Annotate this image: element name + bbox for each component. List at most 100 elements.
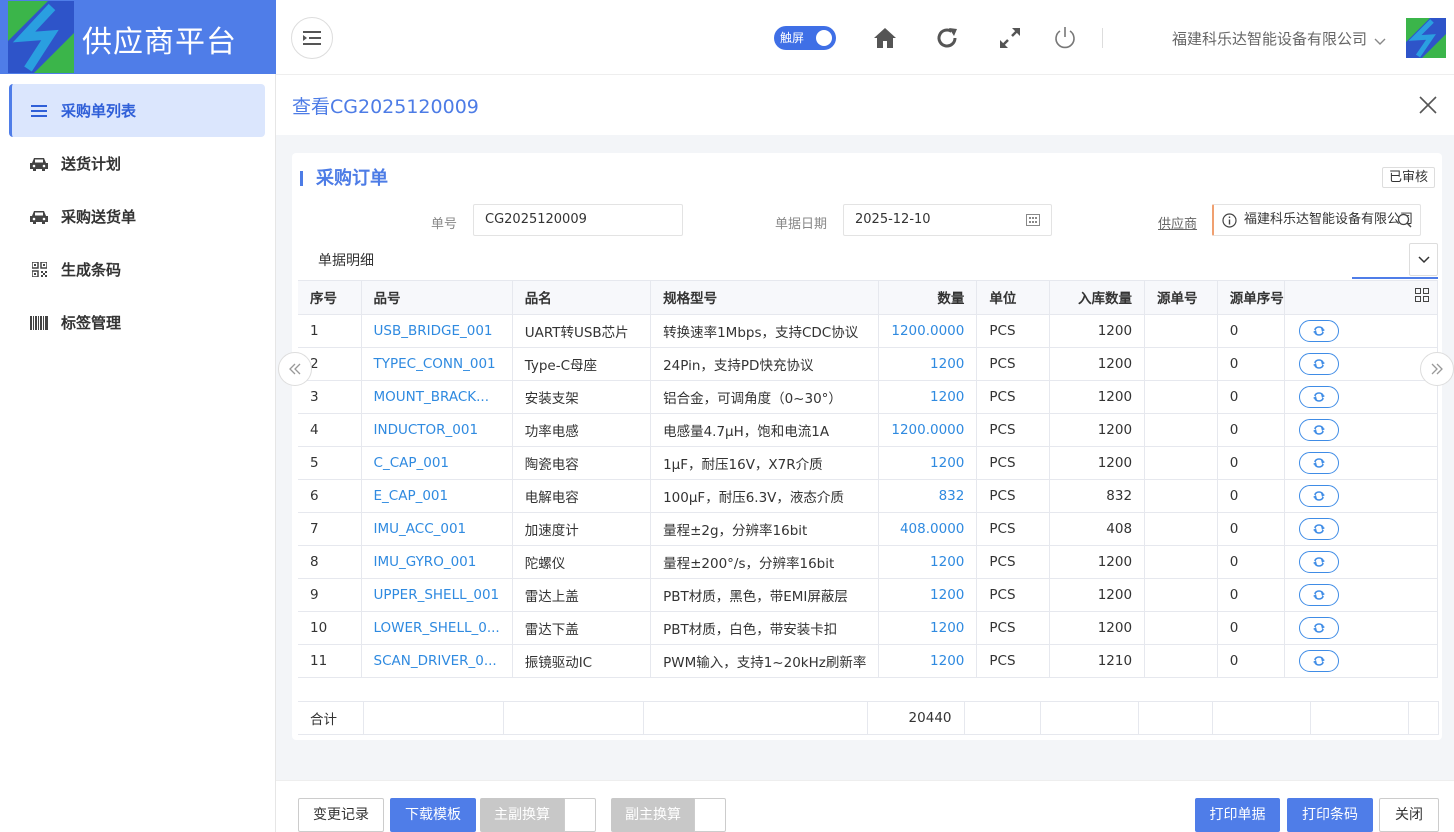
table-cell: PWM输入，支持1~20kHz刷新率 bbox=[650, 644, 880, 678]
column-header[interactable]: 规格型号 bbox=[650, 281, 880, 315]
table-cell: PCS bbox=[976, 314, 1050, 348]
table-cell[interactable]: UPPER_SHELL_001 bbox=[361, 578, 513, 612]
column-header[interactable]: 品名 bbox=[512, 281, 652, 315]
table-row[interactable]: 9 UPPER_SHELL_001 雷达上盖 PBT材质，黑色，带EMI屏蔽层 1200… bbox=[298, 578, 1439, 612]
table-cell[interactable]: LOWER_SHELL_0... bbox=[361, 611, 513, 645]
table-cell[interactable]: IMU_GYRO_001 bbox=[361, 545, 513, 579]
total-row: 合计 20440 bbox=[298, 701, 1439, 735]
row-convert-button[interactable] bbox=[1298, 352, 1339, 375]
table-row[interactable]: 8 IMU_GYRO_001 陀螺仪 量程±200°/s，分辨率16bit 1200 PC… bbox=[298, 545, 1439, 579]
table-cell[interactable]: IMU_ACC_001 bbox=[361, 512, 513, 546]
touch-mode-toggle[interactable]: 触屏 bbox=[774, 26, 836, 50]
table-cell: 转换速率1Mbps，支持CDC协议 bbox=[650, 314, 880, 348]
table-cell: 1200 bbox=[1049, 578, 1146, 612]
column-header[interactable]: 源单序号 bbox=[1217, 281, 1285, 315]
table-row[interactable]: 10 LOWER_SHELL_0... 雷达下盖 PBT材质，白色，带安装卡扣 1200… bbox=[298, 611, 1439, 645]
expand-section-button[interactable] bbox=[1409, 243, 1438, 276]
table-row[interactable]: 5 C_CAP_001 陶瓷电容 1μF，耐压16V，X7R介质 1200 PCS 1200… bbox=[298, 446, 1439, 480]
main-sub-convert-toggle[interactable] bbox=[564, 798, 596, 832]
table-cell bbox=[1144, 611, 1218, 645]
table-row[interactable]: 6 E_CAP_001 电解电容 100μF，耐压6.3V，液态介质 832 PCS 832… bbox=[298, 479, 1439, 513]
table-cell[interactable]: INDUCTOR_001 bbox=[361, 413, 513, 447]
table-cell: PCS bbox=[976, 380, 1050, 414]
row-convert-button[interactable] bbox=[1298, 385, 1339, 408]
table-row[interactable]: 1 USB_BRIDGE_001 UART转USB芯片 转换速率1Mbps，支持CDC… bbox=[298, 314, 1439, 348]
table-cell: 832 bbox=[878, 479, 978, 513]
download-template-button[interactable]: 下载模板 bbox=[390, 798, 476, 832]
touch-mode-label: 触屏 bbox=[780, 31, 805, 45]
row-convert-button[interactable] bbox=[1298, 583, 1339, 606]
sidebar-item-purchase-list[interactable]: 采购单列表 bbox=[9, 84, 265, 137]
row-convert-button[interactable] bbox=[1298, 451, 1339, 474]
table-cell: 0 bbox=[1217, 479, 1285, 513]
total-empty bbox=[964, 701, 1041, 735]
table-cell[interactable]: USB_BRIDGE_001 bbox=[361, 314, 513, 348]
table-cell[interactable]: TYPEC_CONN_001 bbox=[361, 347, 513, 381]
scroll-left-button[interactable] bbox=[278, 352, 312, 386]
column-header[interactable]: 数量 bbox=[878, 281, 978, 315]
doc-date-field[interactable]: 2025-12-10 bbox=[843, 204, 1052, 236]
brand-bar: 供应商平台 bbox=[0, 0, 276, 74]
sidebar-item-delivery-order[interactable]: 采购送货单 bbox=[9, 190, 265, 243]
table-row[interactable]: 7 IMU_ACC_001 加速度计 量程±2g，分辨率16bit 408.0000 PC… bbox=[298, 512, 1439, 546]
table-cell: PBT材质，白色，带安装卡扣 bbox=[650, 611, 880, 645]
order-no-field[interactable]: CG2025120009 bbox=[473, 204, 683, 236]
supplier-field[interactable]: 福建科乐达智能设备有限公司 bbox=[1212, 204, 1421, 236]
sub-main-convert-button[interactable]: 副主换算 bbox=[611, 798, 695, 832]
power-icon[interactable] bbox=[1052, 25, 1078, 51]
column-settings-icon[interactable] bbox=[1415, 288, 1429, 303]
scroll-right-button[interactable] bbox=[1420, 352, 1454, 386]
table-cell: 1200 bbox=[878, 611, 978, 645]
table-cell: 1200.0000 bbox=[878, 314, 978, 348]
sidebar-item-generate-barcode[interactable]: 生成条码 bbox=[9, 243, 265, 296]
main-sub-convert-button[interactable]: 主副换算 bbox=[480, 798, 564, 832]
search-icon[interactable] bbox=[1397, 213, 1412, 228]
column-header[interactable]: 品号 bbox=[361, 281, 513, 315]
table-row[interactable]: 2 TYPEC_CONN_001 Type-C母座 24Pin，支持PD快充协议 120… bbox=[298, 347, 1439, 381]
table-row[interactable]: 4 INDUCTOR_001 功率电感 电感量4.7μH，饱和电流1A 1200.000… bbox=[298, 413, 1439, 447]
print-document-button[interactable]: 打印单据 bbox=[1195, 798, 1280, 832]
column-header[interactable]: 序号 bbox=[298, 281, 362, 315]
table-cell: 1200 bbox=[1049, 413, 1146, 447]
table-cell bbox=[1144, 578, 1218, 612]
sub-main-convert-toggle[interactable] bbox=[694, 798, 726, 832]
close-button[interactable]: 关闭 bbox=[1379, 798, 1439, 832]
table-row[interactable]: 3 MOUNT_BRACK... 安装支架 铝合金，可调角度（0~30°） 1200 PC… bbox=[298, 380, 1439, 414]
print-barcode-button[interactable]: 打印条码 bbox=[1287, 798, 1373, 832]
sidebar-item-label-manage[interactable]: 标签管理 bbox=[9, 296, 265, 349]
row-convert-button[interactable] bbox=[1298, 616, 1339, 639]
table-cell: 雷达上盖 bbox=[512, 578, 652, 612]
row-convert-button[interactable] bbox=[1298, 418, 1339, 441]
table-row[interactable]: 11 SCAN_DRIVER_0... 振镜驱动IC PWM输入，支持1~20kHz刷… bbox=[298, 644, 1439, 678]
row-convert-button[interactable] bbox=[1298, 319, 1339, 342]
table-cell: 功率电感 bbox=[512, 413, 652, 447]
fullscreen-icon[interactable] bbox=[997, 25, 1023, 51]
home-icon[interactable] bbox=[872, 25, 898, 51]
table-cell[interactable]: MOUNT_BRACK... bbox=[361, 380, 513, 414]
menu-collapse-button[interactable] bbox=[291, 17, 333, 59]
table-cell: 1200 bbox=[878, 545, 978, 579]
row-convert-button[interactable] bbox=[1298, 649, 1339, 672]
row-convert-button[interactable] bbox=[1298, 517, 1339, 540]
table-cell: 24Pin，支持PD快充协议 bbox=[650, 347, 880, 381]
table-cell: 4 bbox=[298, 413, 362, 447]
supplier-link[interactable]: 供应商 bbox=[1158, 213, 1197, 232]
row-convert-button[interactable] bbox=[1298, 550, 1339, 573]
table-cell: 832 bbox=[1049, 479, 1146, 513]
row-action-cell bbox=[1284, 380, 1439, 414]
change-log-button[interactable]: 变更记录 bbox=[298, 798, 384, 832]
row-convert-button[interactable] bbox=[1298, 484, 1339, 507]
refresh-icon[interactable] bbox=[934, 25, 960, 51]
table-cell[interactable]: C_CAP_001 bbox=[361, 446, 513, 480]
total-empty bbox=[1408, 701, 1439, 735]
table-cell bbox=[1144, 446, 1218, 480]
sidebar-item-delivery-plan[interactable]: 送货计划 bbox=[9, 137, 265, 190]
table-cell[interactable]: SCAN_DRIVER_0... bbox=[361, 644, 513, 678]
table-cell[interactable]: E_CAP_001 bbox=[361, 479, 513, 513]
column-header[interactable]: 源单号 bbox=[1144, 281, 1218, 315]
column-header[interactable]: 入库数量 bbox=[1049, 281, 1146, 315]
close-icon[interactable] bbox=[1417, 94, 1439, 116]
column-header[interactable]: 单位 bbox=[976, 281, 1050, 315]
company-name[interactable]: 福建科乐达智能设备有限公司 bbox=[1172, 28, 1367, 49]
chevron-down-icon[interactable] bbox=[1374, 31, 1386, 50]
